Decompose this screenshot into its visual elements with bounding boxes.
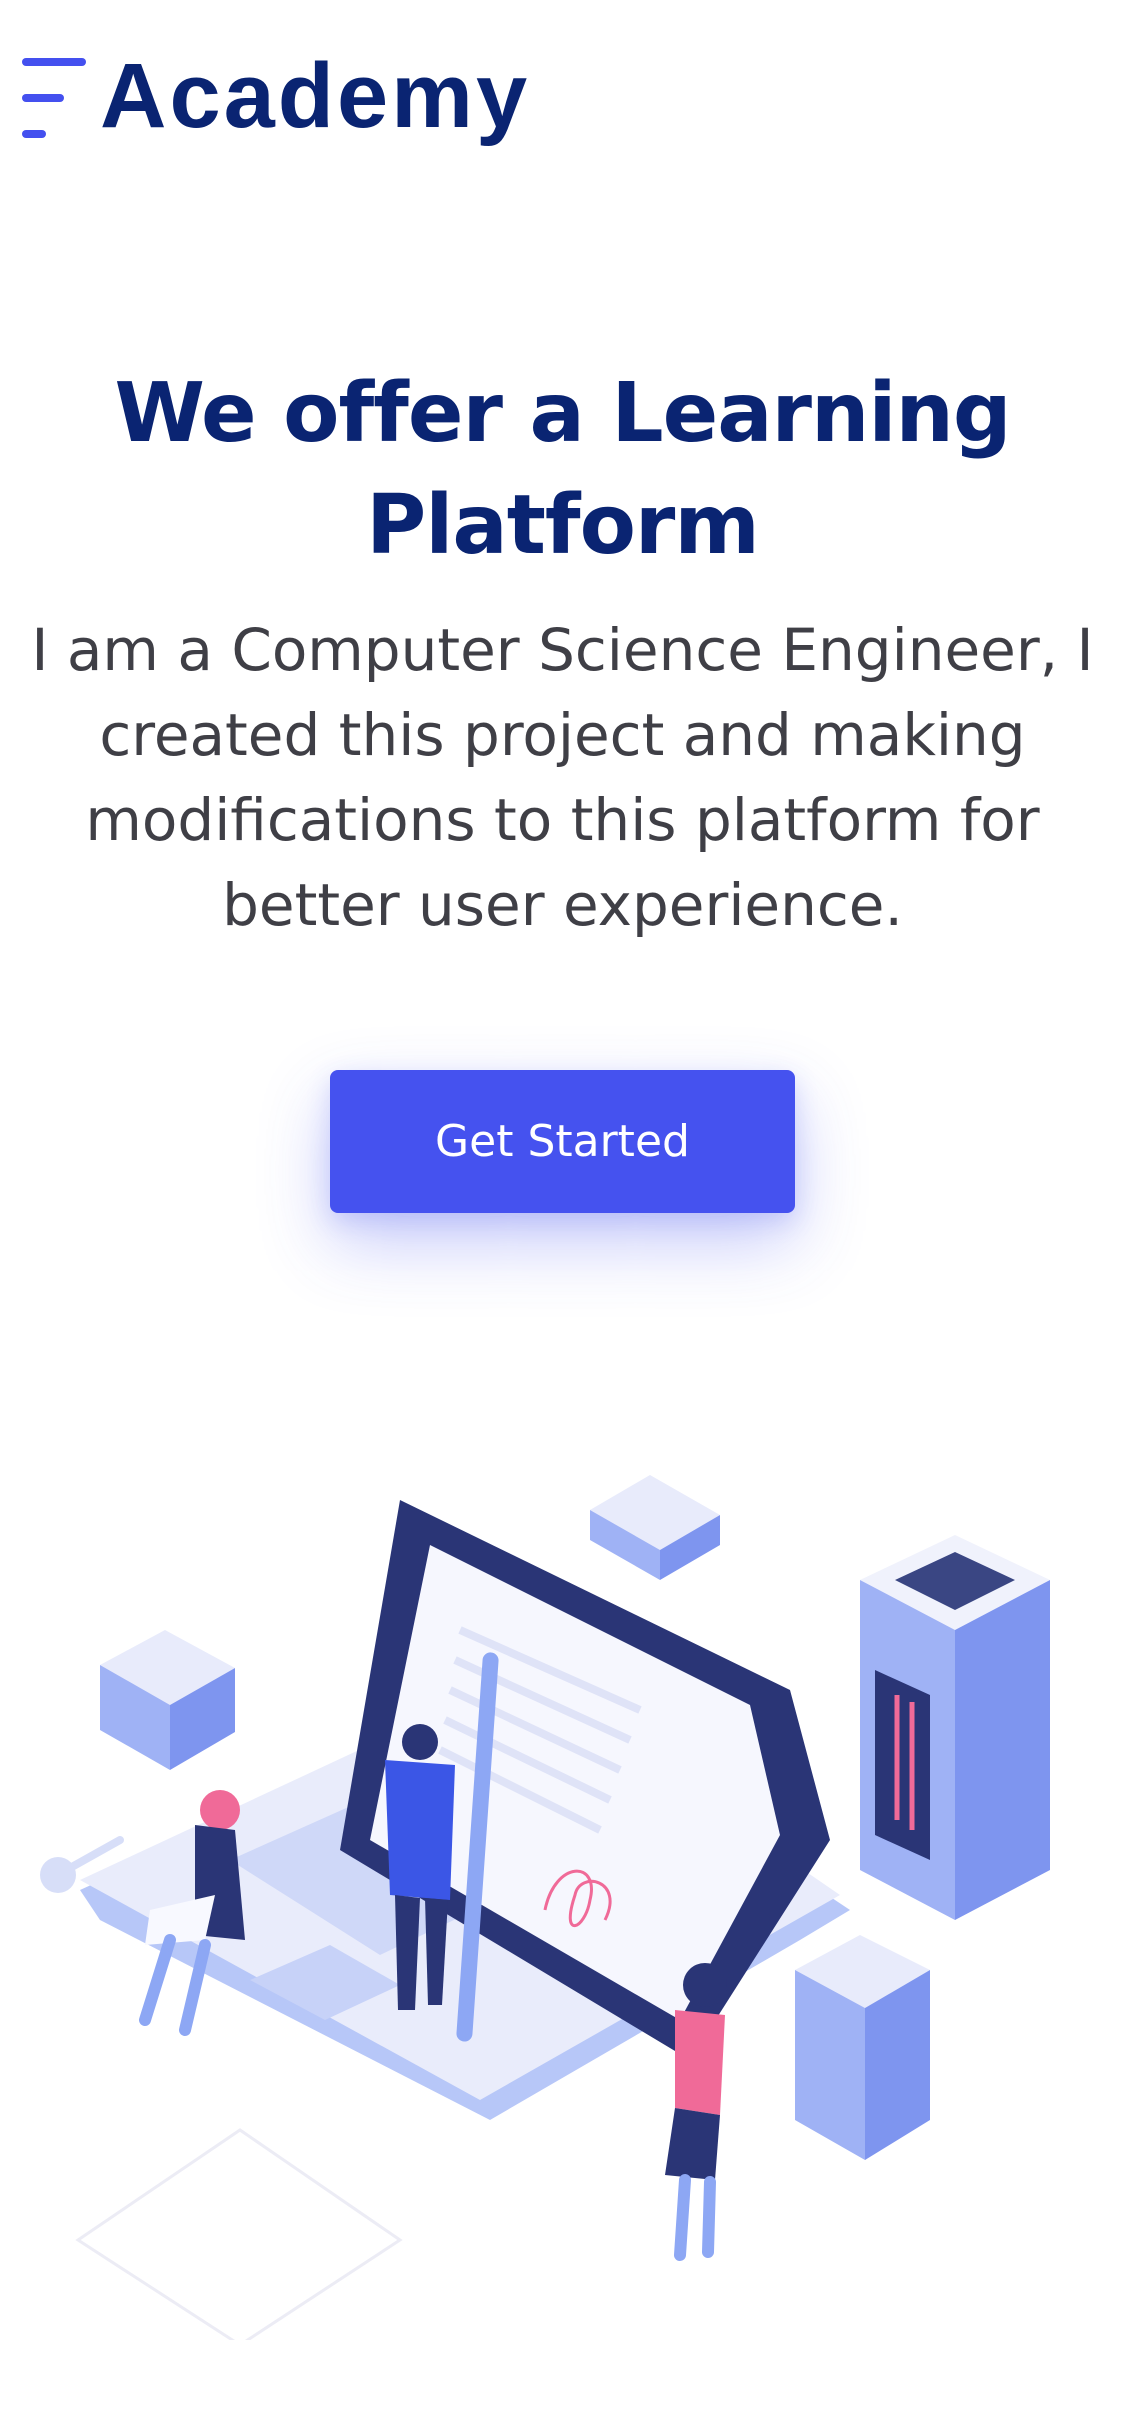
server-left bbox=[100, 1630, 235, 1770]
hero-description: I am a Computer Science Engineer, I crea… bbox=[31, 616, 1094, 939]
get-started-button[interactable]: Get Started bbox=[330, 1070, 795, 1213]
server-tower bbox=[860, 1535, 1050, 1920]
menu-icon[interactable] bbox=[22, 58, 88, 140]
hero-section: We offer a Learning Platform I am a Comp… bbox=[0, 358, 1125, 948]
floor-tile bbox=[75, 2128, 403, 2347]
top-bar: Academy bbox=[0, 0, 1125, 200]
brand-logo[interactable]: Academy bbox=[100, 45, 530, 147]
menu-icon-bar bbox=[22, 130, 46, 138]
cta-container: Get Started bbox=[0, 1070, 1125, 1213]
learning-platform-illustration bbox=[0, 1440, 1125, 2347]
hero-title: We offer a Learning Platform bbox=[114, 366, 1011, 573]
server-right bbox=[795, 1935, 930, 2160]
woman-seated bbox=[139, 1790, 245, 2036]
menu-icon-bar bbox=[22, 94, 64, 102]
menu-icon-bar bbox=[22, 58, 86, 66]
